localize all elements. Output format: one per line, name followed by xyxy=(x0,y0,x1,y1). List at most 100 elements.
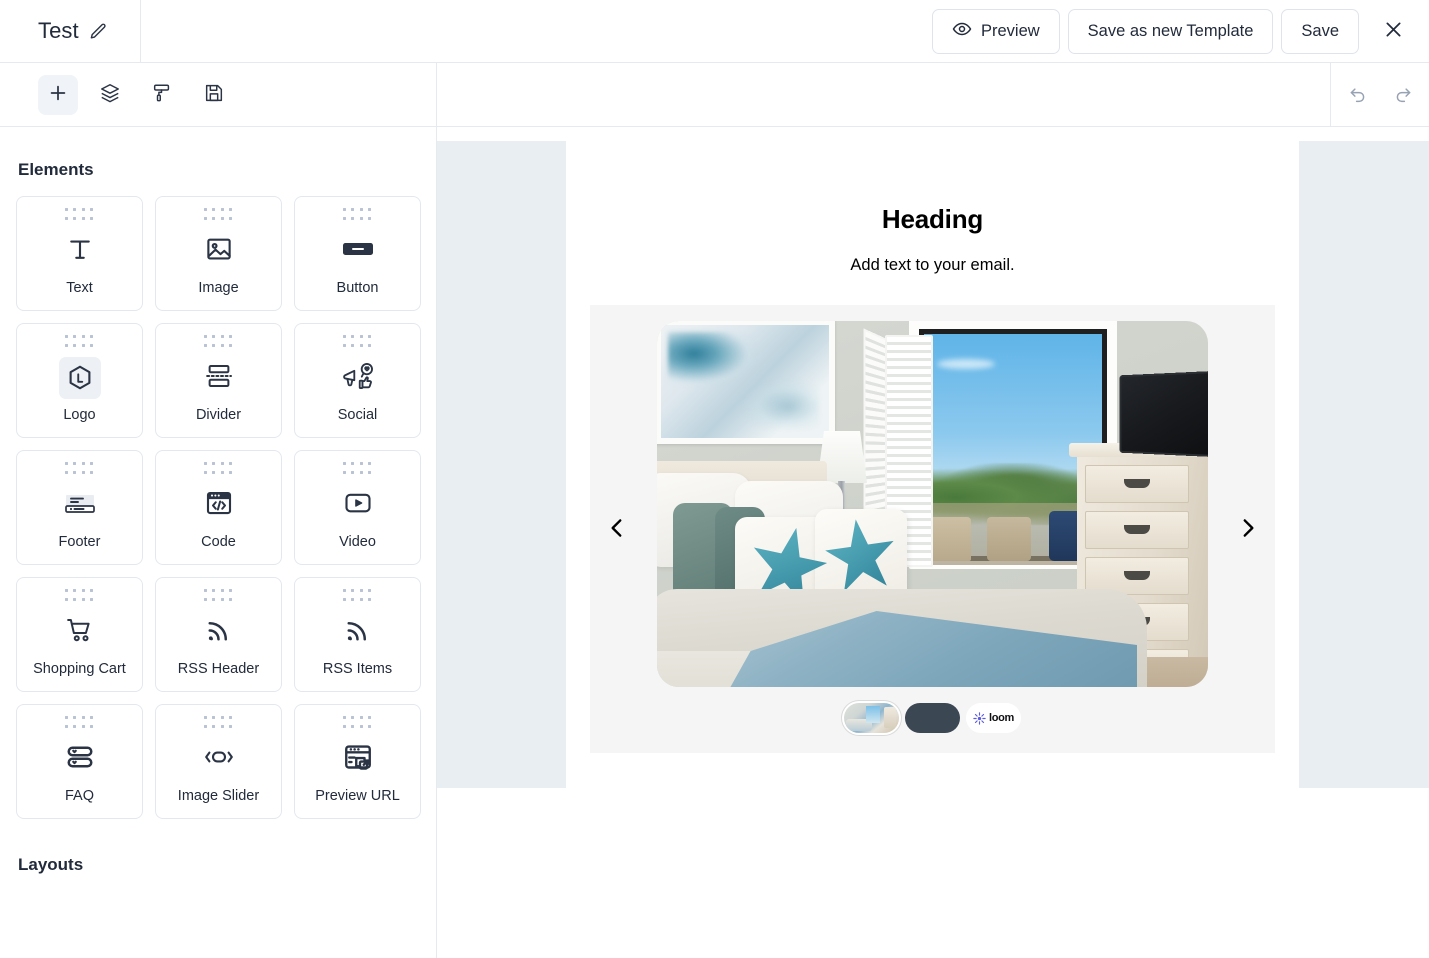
element-card-label: Logo xyxy=(63,407,96,423)
history-controls xyxy=(1330,62,1429,127)
page-title: Test xyxy=(38,18,79,43)
drag-handle-icon[interactable] xyxy=(203,716,234,730)
video-icon xyxy=(295,476,420,534)
elements-sidebar: Elements Text Image Button Logo Divider Socia… xyxy=(0,127,437,958)
drag-handle-icon[interactable] xyxy=(342,462,373,476)
element-card-faq[interactable]: FAQ xyxy=(16,704,143,819)
image-slider-block[interactable]: loom xyxy=(590,305,1275,753)
paint-roller-icon xyxy=(151,82,173,107)
element-card-logo[interactable]: Logo xyxy=(16,323,143,438)
faq-icon xyxy=(17,730,142,788)
tool-add-elements[interactable] xyxy=(38,74,78,115)
redo-button[interactable] xyxy=(1388,80,1418,110)
rss-icon xyxy=(295,603,420,661)
loom-mark-icon xyxy=(973,711,986,725)
social-icon xyxy=(295,349,420,407)
element-card-label: Shopping Cart xyxy=(33,661,126,677)
text-icon xyxy=(17,222,142,280)
element-card-button[interactable]: Button xyxy=(294,196,421,311)
email-heading[interactable]: Heading xyxy=(566,141,1299,235)
save-button-label: Save xyxy=(1301,21,1339,40)
drag-handle-icon[interactable] xyxy=(64,208,95,222)
element-card-label: Social xyxy=(337,407,378,423)
element-card-image[interactable]: Image xyxy=(155,196,282,311)
rss-icon xyxy=(156,603,281,661)
save-button[interactable]: Save xyxy=(1281,8,1359,54)
element-card-shopping-cart[interactable]: Shopping Cart xyxy=(16,577,143,692)
redo-icon xyxy=(1393,83,1414,107)
divider-icon xyxy=(156,349,281,407)
save-as-new-template-button[interactable]: Save as new Template xyxy=(1067,8,1274,54)
logo-icon xyxy=(17,349,142,407)
drag-handle-icon[interactable] xyxy=(342,716,373,730)
pencil-icon[interactable] xyxy=(89,22,108,41)
plus-icon xyxy=(47,82,69,107)
element-card-label: Button xyxy=(336,280,379,296)
element-card-footer[interactable]: Footer xyxy=(16,450,143,565)
drag-handle-icon[interactable] xyxy=(342,589,373,603)
elements-section-title: Elements xyxy=(18,160,94,179)
coastal-bedroom-photo xyxy=(657,321,1208,687)
save-as-new-template-label: Save as new Template xyxy=(1087,21,1254,40)
drag-handle-icon[interactable] xyxy=(64,335,95,349)
element-card-label: Preview URL xyxy=(315,788,400,804)
drag-handle-icon[interactable] xyxy=(203,335,234,349)
loom-label: loom xyxy=(988,712,1015,724)
email-subtext[interactable]: Add text to your email. xyxy=(566,235,1299,275)
drag-handle-icon[interactable] xyxy=(203,589,234,603)
thumb-bedroom[interactable] xyxy=(844,703,899,733)
element-card-rss-items[interactable]: RSS Items xyxy=(294,577,421,692)
carousel-next-button[interactable] xyxy=(1231,505,1265,553)
element-card-label: Divider xyxy=(195,407,242,423)
image-icon xyxy=(156,222,281,280)
drag-handle-icon[interactable] xyxy=(64,462,95,476)
carousel-thumbnails: loom xyxy=(590,703,1275,733)
footer-icon xyxy=(17,476,142,534)
tool-layers[interactable] xyxy=(90,75,130,115)
drag-handle-icon[interactable] xyxy=(64,589,95,603)
element-card-label: Image Slider xyxy=(177,788,260,804)
email-body[interactable]: Heading Add text to your email. loom xyxy=(566,141,1299,873)
drag-handle-icon[interactable] xyxy=(203,462,234,476)
layers-icon xyxy=(99,82,121,107)
document-title-zone[interactable]: Test xyxy=(0,0,141,63)
chevron-right-icon xyxy=(1235,510,1261,549)
element-card-label: RSS Header xyxy=(177,661,260,677)
preview-button[interactable]: Preview xyxy=(931,8,1060,54)
element-card-label: Code xyxy=(201,534,236,550)
tool-row-spacer xyxy=(437,63,1330,127)
tool-save[interactable] xyxy=(194,75,234,115)
tool-row-left xyxy=(0,62,437,127)
close-button[interactable] xyxy=(1373,11,1413,51)
carousel-slide-image[interactable] xyxy=(657,321,1208,687)
element-card-video[interactable]: Video xyxy=(294,450,421,565)
element-card-code[interactable]: Code xyxy=(155,450,282,565)
thumb-solid[interactable] xyxy=(905,703,960,733)
close-icon xyxy=(1383,19,1404,43)
element-card-text[interactable]: Text xyxy=(16,196,143,311)
layouts-section-title: Layouts xyxy=(18,855,84,874)
element-card-divider[interactable]: Divider xyxy=(155,323,282,438)
image-slider-icon xyxy=(156,730,281,788)
carousel-prev-button[interactable] xyxy=(600,505,634,553)
element-card-label: FAQ xyxy=(64,788,94,804)
undo-button[interactable] xyxy=(1342,80,1372,110)
element-card-image-slider[interactable]: Image Slider xyxy=(155,704,282,819)
drag-handle-icon[interactable] xyxy=(203,208,234,222)
element-card-label: Footer xyxy=(58,534,101,550)
elements-grid: Text Image Button Logo Divider Social Footer Co… xyxy=(0,180,436,819)
element-card-social[interactable]: Social xyxy=(294,323,421,438)
chevron-left-icon xyxy=(604,510,630,549)
drag-handle-icon[interactable] xyxy=(64,716,95,730)
element-card-label: Text xyxy=(66,280,93,296)
thumb-loom[interactable]: loom xyxy=(966,703,1021,733)
element-card-label: RSS Items xyxy=(322,661,393,677)
drag-handle-icon[interactable] xyxy=(342,208,373,222)
tool-styles[interactable] xyxy=(142,75,182,115)
element-card-rss-header[interactable]: RSS Header xyxy=(155,577,282,692)
eye-icon xyxy=(952,19,972,44)
top-bar: Test Preview Save as new Template Save xyxy=(0,0,1429,63)
drag-handle-icon[interactable] xyxy=(342,335,373,349)
preview-url-icon xyxy=(295,730,420,788)
element-card-preview-url[interactable]: Preview URL xyxy=(294,704,421,819)
